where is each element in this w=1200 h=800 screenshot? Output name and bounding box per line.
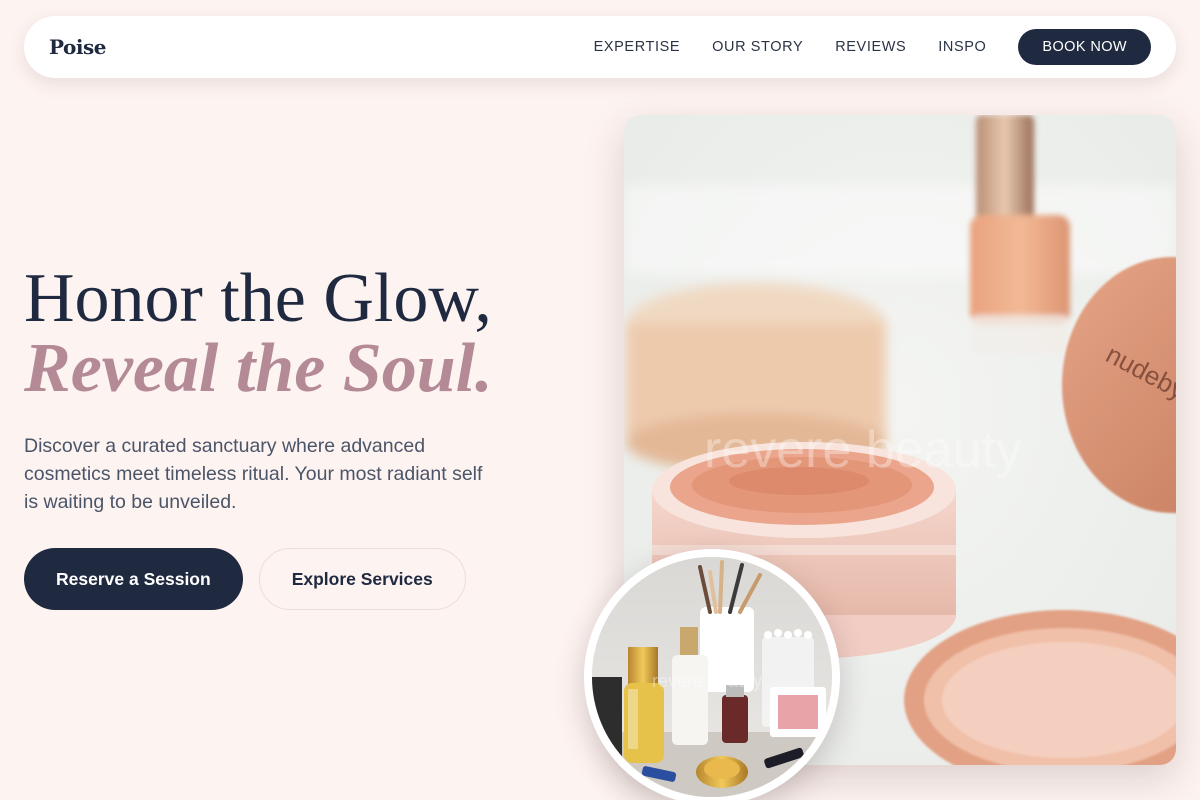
hero-description: Discover a curated sanctuary where advan… (24, 435, 483, 513)
nav-link-reviews[interactable]: REVIEWS (835, 39, 906, 55)
circle-image-watermark: revere beauty (652, 671, 762, 691)
brand-logo[interactable]: Poise (49, 35, 106, 59)
circle-inset-image: revere beauty (584, 549, 840, 800)
hero-section: Honor the Glow, Reveal the Soul. Discove… (24, 262, 584, 610)
explore-services-button[interactable]: Explore Services (258, 548, 466, 610)
nav-link-expertise[interactable]: EXPERTISE (594, 39, 681, 55)
top-navigation-bar: Poise EXPERTISE OUR STORY REVIEWS INSPO … (24, 16, 1176, 78)
book-now-button[interactable]: BOOK NOW (1018, 29, 1151, 65)
nav-link-inspo[interactable]: INSPO (938, 39, 986, 55)
image-watermark: revere beauty (704, 421, 1022, 479)
hero-cta-row: Reserve a Session Explore Services (24, 548, 584, 610)
nav-links: EXPERTISE OUR STORY REVIEWS INSPO BOOK N… (594, 29, 1151, 65)
nav-link-our-story[interactable]: OUR STORY (712, 39, 803, 55)
hero-headline-line-1: Honor the Glow, (24, 260, 492, 337)
reserve-session-button[interactable]: Reserve a Session (24, 548, 243, 610)
hero-headline-line-2: Reveal the Soul. (24, 330, 493, 407)
